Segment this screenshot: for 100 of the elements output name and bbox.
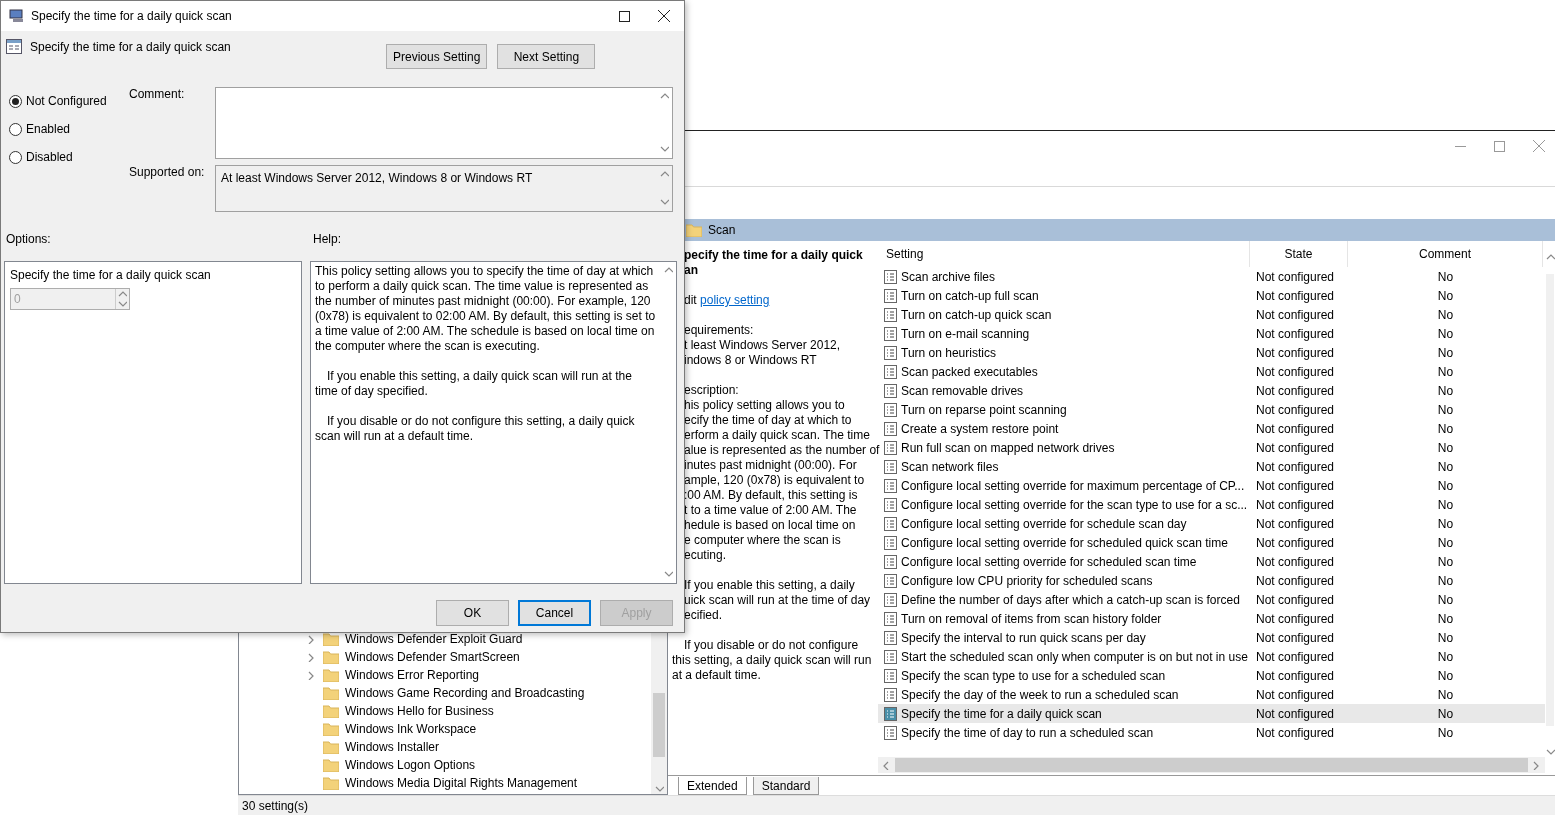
setting-state: Not configured [1256, 706, 1335, 721]
policy-icon [884, 326, 897, 341]
scroll-thumb[interactable] [653, 693, 665, 757]
setting-row[interactable]: Specify the day of the week to run a scheduled scan Not configured No [878, 685, 1545, 704]
chevron-down-icon [659, 198, 669, 207]
scroll-thumb[interactable] [895, 758, 1528, 772]
column-header[interactable]: Comment [1348, 241, 1543, 267]
setting-state: Not configured [1256, 421, 1335, 436]
help-paragraph: If you disable or do not configure this setting, a daily quick scan will run at a default time. [315, 414, 636, 444]
setting-comment: No [1437, 649, 1454, 664]
setting-row[interactable]: Configure local setting override for maximum percentage of CP... Not configured No [878, 476, 1545, 495]
chevron-up-icon [659, 92, 669, 101]
setting-row[interactable]: Specify the interval to run quick scans per day Not configured No [878, 628, 1545, 647]
policy-icon [884, 402, 897, 417]
setting-row[interactable]: Turn on heuristics Not configured No [878, 343, 1545, 362]
setting-row[interactable]: Define the number of days after which a catch-up scan is forced Not configured No [878, 590, 1545, 609]
radio-circle[interactable] [9, 122, 22, 136]
tree-item[interactable]: Windows Defender Exploit Guard [239, 630, 651, 648]
setting-state: Not configured [1256, 440, 1335, 455]
column-header[interactable]: State [1250, 241, 1348, 267]
comment-field[interactable] [215, 87, 673, 159]
description-line: :00 AM. By default, this setting is [683, 488, 859, 503]
tree-item[interactable]: Windows Installer [239, 738, 651, 756]
state-radio[interactable]: Disabled [9, 148, 129, 166]
state-radio[interactable]: Enabled [9, 120, 129, 138]
setting-state: Not configured [1256, 364, 1335, 379]
setting-row[interactable]: Scan removable drives Not configured No [878, 381, 1545, 400]
setting-name: Scan archive files [901, 269, 996, 284]
setting-row[interactable]: Turn on catch-up quick scan Not configured No [878, 305, 1545, 324]
policy-icon [884, 364, 897, 379]
policy-icon [884, 725, 897, 740]
previous-setting-button[interactable]: Previous Setting [386, 44, 488, 69]
tree-item[interactable]: Windows Ink Workspace [239, 720, 651, 738]
dialog-button[interactable]: OK [436, 600, 509, 626]
supported-text: At least Windows Server 2012, Windows 8 or Windows RT [220, 170, 534, 187]
tree-item[interactable]: Windows Error Reporting [239, 666, 651, 684]
policy-title: an [683, 263, 699, 278]
description-line: ecify the time of day at which to [683, 413, 853, 428]
setting-state: Not configured [1256, 630, 1335, 645]
setting-state: Not configured [1256, 402, 1335, 417]
setting-row[interactable]: Create a system restore point Not configured No [878, 419, 1545, 438]
setting-comment: No [1437, 307, 1454, 322]
setting-comment: No [1437, 383, 1454, 398]
state-radio[interactable]: Not Configured [9, 92, 129, 110]
setting-row[interactable]: Turn on catch-up full scan Not configured No [878, 286, 1545, 305]
setting-name: Turn on reparse point scanning [901, 402, 1067, 417]
setting-row[interactable]: Scan network files Not configured No [878, 457, 1545, 476]
tree-item[interactable]: Windows Defender SmartScreen [239, 648, 651, 666]
setting-name: Specify the interval to run quick scans per day [901, 630, 1146, 645]
tree-item[interactable]: Windows Logon Options [239, 756, 651, 774]
setting-row[interactable]: Turn on removal of items from scan history folder Not configured No [878, 609, 1545, 628]
policy-icon [884, 535, 897, 550]
setting-row[interactable]: Scan packed executables Not configured No [878, 362, 1545, 381]
dialog-button[interactable]: Cancel [518, 600, 591, 626]
setting-comment: No [1437, 725, 1454, 740]
setting-state: Not configured [1256, 554, 1335, 569]
view-tab[interactable]: Extended [678, 777, 747, 795]
setting-row[interactable]: Configure low CPU priority for scheduled scans Not configured No [878, 571, 1545, 590]
setting-state: Not configured [1256, 668, 1335, 683]
setting-row[interactable]: Configure local setting override for the scan type to use for a sc... Not configured No [878, 495, 1545, 514]
column-header[interactable]: Setting [878, 241, 1250, 267]
setting-row[interactable]: Configure local setting override for scheduled quick scan time Not configured No [878, 533, 1545, 552]
setting-name: Configure local setting override for maximum percentage of CP... [901, 478, 1245, 493]
maximize-icon[interactable] [619, 10, 630, 22]
setting-name: Configure local setting override for scheduled scan time [901, 554, 1197, 569]
folder-icon [323, 776, 339, 790]
horizontal-scrollbar[interactable] [878, 757, 1545, 773]
chevron-down-icon [1545, 748, 1555, 757]
tree-item[interactable]: Windows Hello for Business [239, 702, 651, 720]
view-tab[interactable]: Standard [752, 777, 820, 795]
setting-comment: No [1437, 269, 1454, 284]
close-icon[interactable] [658, 10, 670, 22]
description-line: indows 8 or Windows RT [683, 353, 818, 368]
policy-setting-link[interactable]: policy setting [700, 293, 770, 307]
radio-circle[interactable] [9, 150, 22, 164]
setting-row[interactable]: Start the scheduled scan only when computer is on but not in use Not configured No [878, 647, 1545, 666]
setting-row[interactable]: Specify the time of day to run a scheduled scan Not configured No [878, 723, 1545, 742]
setting-comment: No [1437, 326, 1454, 341]
setting-name: Turn on removal of items from scan history folder [901, 611, 1162, 626]
setting-state: Not configured [1256, 459, 1335, 474]
setting-row[interactable]: Specify the time for a daily quick scan Not configured No [878, 704, 1545, 723]
tree-item[interactable]: Windows Media Digital Rights Management [239, 774, 651, 792]
setting-state: Not configured [1256, 307, 1335, 322]
setting-row[interactable]: Turn on e-mail scanning Not configured No [878, 324, 1545, 343]
setting-row[interactable]: Configure local setting override for scheduled scan time Not configured No [878, 552, 1545, 571]
setting-row[interactable]: Scan archive files Not configured No [878, 267, 1545, 286]
setting-comment: No [1437, 592, 1454, 607]
setting-comment: No [1437, 611, 1454, 626]
policy-icon [884, 383, 897, 398]
setting-state: Not configured [1256, 611, 1335, 626]
setting-name: Run full scan on mapped network drives [901, 440, 1115, 455]
radio-circle[interactable] [9, 94, 22, 108]
setting-row[interactable]: Turn on reparse point scanning Not configured No [878, 400, 1545, 419]
policy-title: pecify the time for a daily quick [683, 248, 864, 263]
tree-item[interactable]: Windows Game Recording and Broadcasting [239, 684, 651, 702]
next-setting-button[interactable]: Next Setting [497, 44, 596, 69]
setting-comment: No [1437, 364, 1454, 379]
setting-row[interactable]: Specify the scan type to use for a scheduled scan Not configured No [878, 666, 1545, 685]
help-label: Help: [313, 232, 342, 248]
setting-row[interactable]: Configure local setting override for schedule scan day Not configured No [878, 514, 1545, 533]
